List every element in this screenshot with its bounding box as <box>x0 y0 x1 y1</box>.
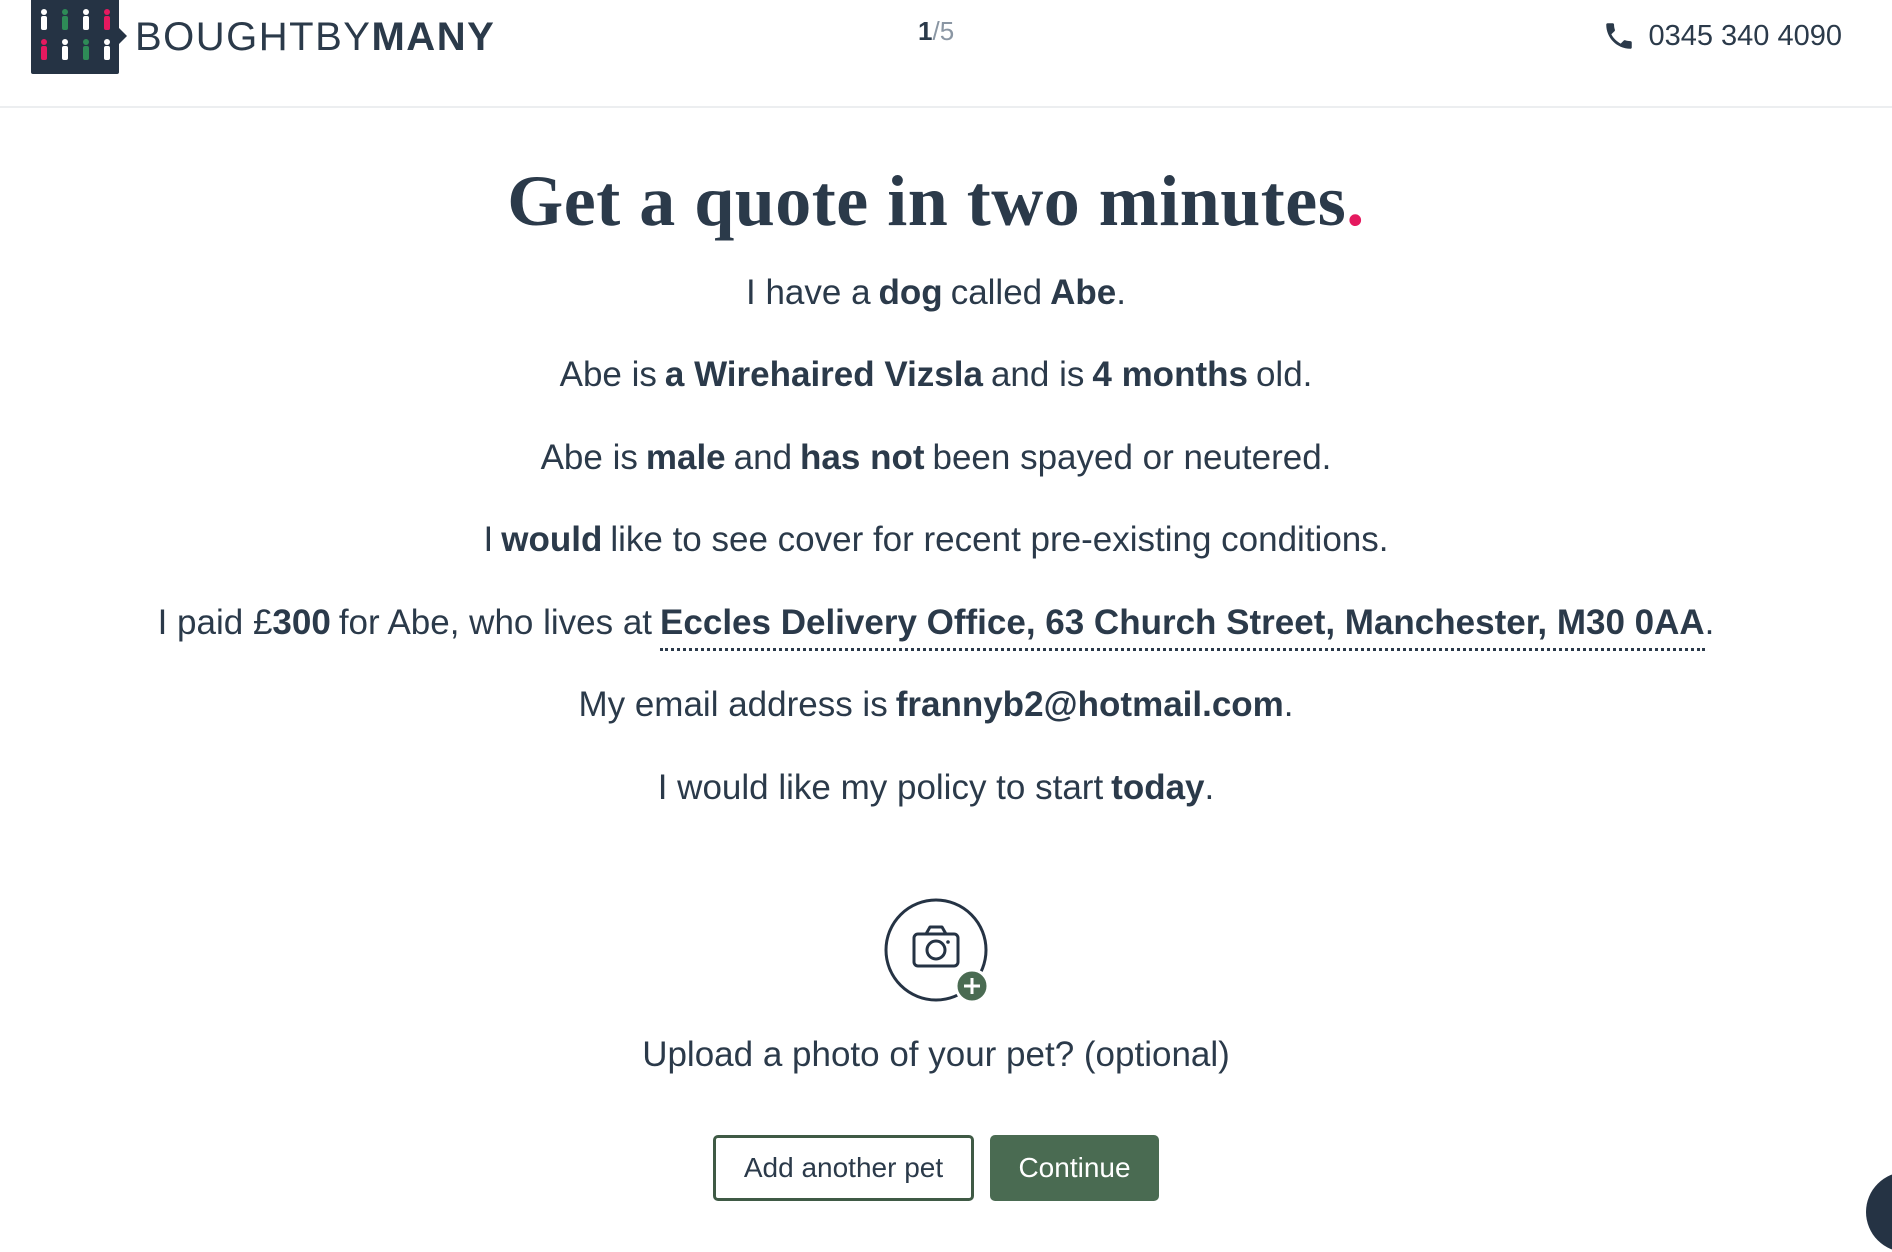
brand-name[interactable]: BOUGHTBYMANY <box>135 12 495 62</box>
pet-name-field[interactable]: Abe <box>1050 273 1116 312</box>
text: I paid £ <box>157 603 273 642</box>
sentence-start: I would like my policy to start today. <box>0 765 1872 811</box>
site-header: BOUGHTBYMANY 1/5 0345 340 4090 <box>0 0 1892 108</box>
text: I would like my policy to start <box>657 768 1104 807</box>
text: I <box>483 520 494 559</box>
brand-bold: MANY <box>371 15 496 59</box>
progress-total: /5 <box>932 16 955 46</box>
sentence-breed: Abe is a Wirehaired Vizsla and is 4 months o… <box>0 352 1872 398</box>
text: been spayed or neutered. <box>932 438 1332 477</box>
plus-icon <box>954 968 990 1004</box>
text: like to see cover for recent pre-existin… <box>610 520 1389 559</box>
phone-link[interactable]: 0345 340 4090 <box>1602 16 1842 56</box>
text: for Abe, who lives at <box>338 603 653 642</box>
upload-photo-label[interactable]: Upload a photo of your pet? (optional) <box>0 1035 1872 1075</box>
logo-arrow <box>119 28 127 44</box>
neutered-field[interactable]: has not <box>800 438 924 477</box>
progress-current: 1 <box>918 16 933 46</box>
text: . <box>1283 685 1294 724</box>
phone-number: 0345 340 4090 <box>1648 20 1842 52</box>
text: My email address is <box>578 685 888 724</box>
sentence-email: My email address is frannyb2@hotmail.com. <box>0 682 1872 728</box>
text: and is <box>990 355 1085 394</box>
sentence-pet: I have a dog called Abe. <box>0 270 1872 316</box>
text: . <box>1704 603 1715 642</box>
chat-widget[interactable] <box>1866 1172 1892 1252</box>
logo-figures-icon <box>41 9 110 60</box>
text: . <box>1116 273 1126 312</box>
age-field[interactable]: 4 months <box>1092 355 1248 394</box>
add-another-pet-button[interactable]: Add another pet <box>713 1135 974 1201</box>
price-field[interactable]: 300 <box>272 603 330 642</box>
sentence-cover: Iwould like to see cover for recent pre-e… <box>0 517 1872 563</box>
camera-add-icon <box>884 898 990 1004</box>
step-progress: 1/5 <box>918 16 954 47</box>
cover-field[interactable]: would <box>501 520 602 559</box>
text: old. <box>1255 355 1313 394</box>
page-title: Get a quote in two minutes. <box>0 160 1872 243</box>
sex-field[interactable]: male <box>646 438 726 477</box>
text: Abe is <box>559 355 657 394</box>
text: Abe is <box>540 438 638 477</box>
breed-field[interactable]: a Wirehaired Vizsla <box>665 355 983 394</box>
text: I have a <box>746 273 871 312</box>
logo[interactable] <box>31 0 127 74</box>
title-text: Get a quote in two minutes <box>507 161 1347 241</box>
pet-type-field[interactable]: dog <box>879 273 943 312</box>
address-field[interactable]: Eccles Delivery Office, 63 Church Street… <box>660 603 1705 651</box>
continue-button[interactable]: Continue <box>990 1135 1159 1201</box>
upload-photo-button[interactable] <box>884 898 990 1004</box>
start-date-field[interactable]: today <box>1111 768 1204 807</box>
email-field[interactable]: frannyb2@hotmail.com <box>896 685 1284 724</box>
brand-light: BOUGHTBY <box>135 15 372 59</box>
sentence-price-address: I paid £300 for Abe, who lives at Eccles D… <box>0 600 1872 651</box>
text: and <box>733 438 793 477</box>
phone-icon <box>1606 23 1633 49</box>
text: . <box>1204 768 1215 807</box>
sentence-sex: Abe is male and has not been spayed or neute… <box>0 435 1872 481</box>
text: called <box>950 273 1043 312</box>
title-dot: . <box>1346 161 1365 241</box>
